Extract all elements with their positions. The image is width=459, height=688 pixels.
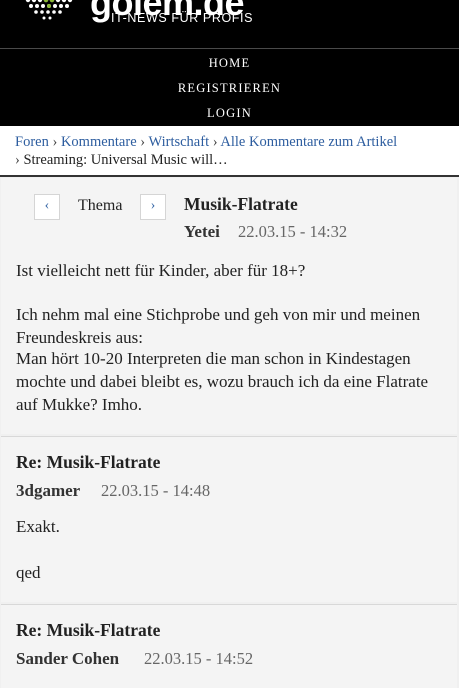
post-date: 22.03.15 - 14:52 — [144, 649, 254, 668]
breadcrumb-separator: › — [140, 134, 146, 150]
previous-thread-button[interactable]: ‹ — [34, 194, 60, 220]
post-author[interactable]: 3dgamer — [16, 480, 80, 502]
post-body-line: Ich nehm mal eine Stichprobe und geh von… — [16, 305, 421, 347]
breadcrumb-separator: › — [212, 134, 218, 150]
post-body-line: Exakt. — [16, 517, 60, 536]
breadcrumb-kommentare[interactable]: Kommentare — [61, 134, 137, 150]
breadcrumb-wirtschaft[interactable]: Wirtschaft — [148, 134, 209, 150]
post-author[interactable]: Yetei — [184, 221, 220, 243]
tagline: IT-NEWS FÜR PROFIS — [111, 11, 254, 25]
post-body-line: qed — [16, 563, 41, 582]
breadcrumb-alle-kommentare[interactable]: Alle Kommentare zum Artikel — [220, 134, 397, 150]
forum-post: Re: Musik-Flatrate Sander Cohen 22.03.15… — [1, 604, 457, 688]
site-header: golem.de IT-NEWS FÜR PROFIS — [0, 0, 459, 48]
post-body-line: Ist vielleicht nett für Kinder, aber für… — [16, 261, 306, 280]
logo-dots-icon[interactable] — [22, 0, 86, 24]
menu-item-login[interactable]: LOGIN — [0, 105, 459, 121]
menu-item-home[interactable]: HOME — [0, 55, 459, 71]
breadcrumb-separator: › — [52, 134, 58, 150]
post-date: 22.03.15 - 14:48 — [101, 481, 211, 500]
next-thread-button[interactable]: › — [140, 194, 166, 220]
post-title[interactable]: Musik-Flatrate — [184, 193, 298, 215]
breadcrumb-separator: › — [15, 152, 20, 168]
post-date: 22.03.15 - 14:32 — [238, 222, 348, 241]
main-menu: HOME REGISTRIEREN LOGIN — [0, 48, 459, 126]
menu-item-register[interactable]: REGISTRIEREN — [0, 80, 459, 96]
thread-topic-label: Thema — [78, 197, 123, 214]
breadcrumb: Foren › Kommentare › Wirtschaft › Alle K… — [0, 126, 459, 177]
breadcrumb-current: Streaming: Universal Music will… — [23, 152, 228, 168]
forum-post: Re: Musik-Flatrate 3dgamer 22.03.15 - 14… — [1, 436, 457, 602]
breadcrumb-foren[interactable]: Foren — [15, 134, 49, 150]
post-title[interactable]: Re: Musik-Flatrate — [16, 451, 160, 473]
post-title[interactable]: Re: Musik-Flatrate — [16, 619, 160, 641]
forum-post: ‹ Thema › Musik-Flatrate Yetei 22.03.15 … — [1, 178, 457, 434]
post-author[interactable]: Sander Cohen — [16, 648, 119, 670]
post-body-line: Man hört 10-20 Interpreten die man schon… — [16, 349, 429, 414]
